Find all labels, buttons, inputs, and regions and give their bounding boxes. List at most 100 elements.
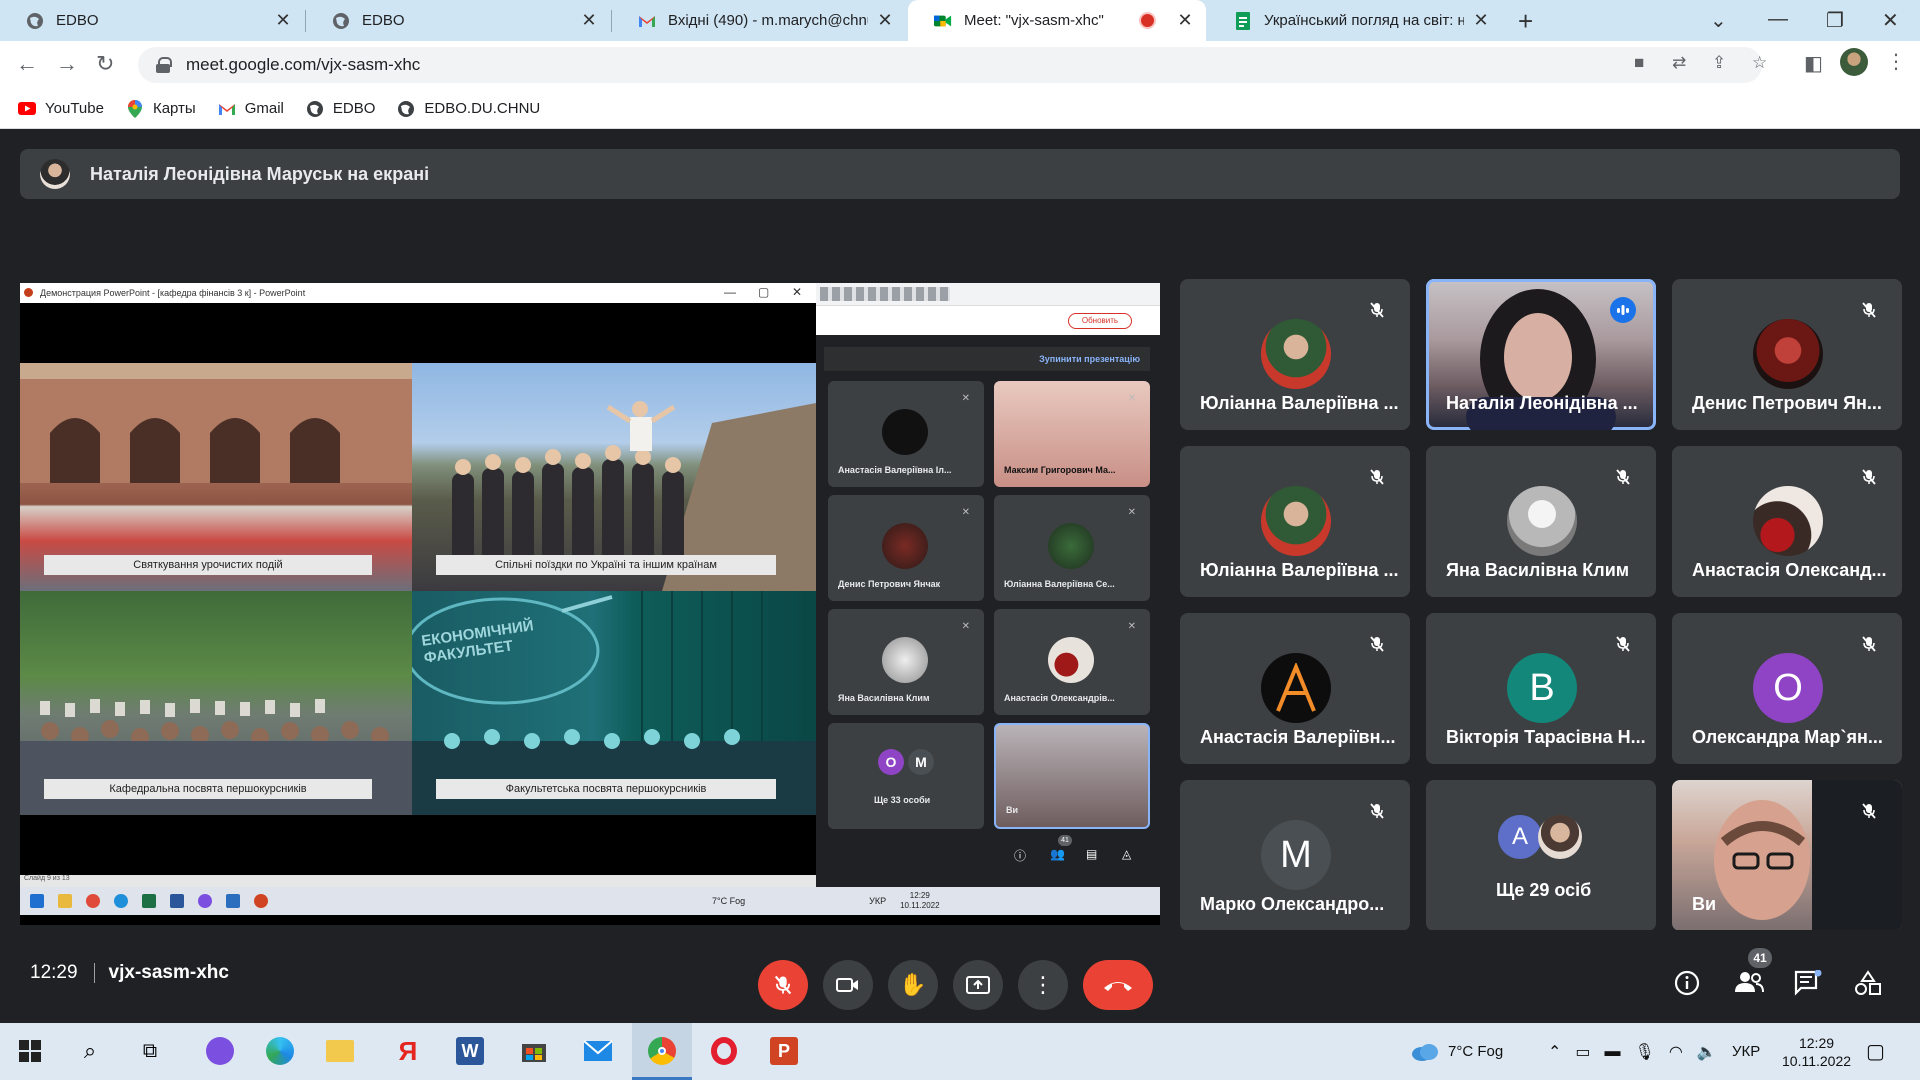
raise-hand-button[interactable]: ✋	[888, 960, 938, 1010]
tab-edbo-2[interactable]: EDBO ✕	[306, 0, 610, 41]
wifi-icon[interactable]: ◠	[1669, 1042, 1683, 1062]
mic-off-icon	[1364, 798, 1390, 824]
profile-avatar[interactable]	[1840, 48, 1868, 76]
bookmark-youtube[interactable]: YouTube	[18, 100, 104, 118]
meeting-details-button[interactable]	[1674, 970, 1700, 1002]
side-panel-icon[interactable]: ◧	[1804, 51, 1823, 76]
task-view-icon[interactable]: ⧉	[134, 1035, 166, 1067]
volume-icon[interactable]: 🔈	[1697, 1042, 1717, 1062]
powerpoint-statusbar: Слайд 9 из 13	[20, 875, 816, 887]
participant-tile[interactable]: Анастасія Олександ...	[1672, 446, 1902, 597]
participant-name: Вікторія Тарасівна Н...	[1446, 727, 1646, 747]
camera-toggle-button[interactable]	[823, 960, 873, 1010]
address-bar[interactable]: meet.google.com/vjx-sasm-xhc	[138, 47, 1762, 83]
excel-icon	[142, 894, 156, 908]
back-icon[interactable]: ←	[16, 51, 38, 77]
activities-button[interactable]	[1854, 970, 1882, 1002]
participant-tile[interactable]: Юліанна Валеріївна ...	[1180, 279, 1410, 430]
shared-clock: 12:29 10.11.2022	[900, 891, 940, 910]
bookmark-edbo-du-chnu[interactable]: EDBO.DU.CHNU	[397, 100, 540, 118]
participant-tile[interactable]: O Олександра Мар`ян...	[1672, 613, 1902, 764]
mini-avatar: O	[878, 749, 904, 775]
language-indicator[interactable]: УКР	[1732, 1023, 1760, 1080]
update-browser-button: Обновить	[1068, 313, 1132, 329]
weather-widget[interactable]: 7°C Fog	[1410, 1023, 1503, 1080]
tab-gmail[interactable]: Вхідні (490) - m.marych@chnu.e ✕	[612, 0, 906, 41]
reload-icon[interactable]: ↻	[96, 51, 114, 77]
close-tab-icon[interactable]: ✕	[1176, 10, 1194, 31]
more-options-button[interactable]: ⋮	[1018, 960, 1068, 1010]
leave-call-button[interactable]	[1083, 960, 1153, 1010]
bookmark-maps[interactable]: Карты	[126, 99, 196, 118]
more-avatar-photo	[1538, 815, 1582, 859]
meet-tray-icon[interactable]: ▭	[1575, 1042, 1590, 1062]
bookmark-gmail[interactable]: Gmail	[218, 100, 284, 118]
powerpoint-icon: P	[770, 1037, 798, 1065]
system-tray: ⌃ ▭ ▬ 🎙 ◠ 🔈	[1548, 1023, 1717, 1080]
taskbar-app-word[interactable]: W	[454, 1035, 486, 1067]
browser-menu-icon[interactable]: ⋮	[1886, 49, 1906, 74]
participant-tile[interactable]: Юліанна Валеріївна ...	[1180, 446, 1410, 597]
close-tab-icon[interactable]: ✕	[580, 10, 598, 31]
taskbar-app-powerpoint[interactable]: P	[768, 1035, 800, 1067]
maximize-icon[interactable]: ❐	[1826, 8, 1844, 33]
battery-icon[interactable]: ▬	[1605, 1043, 1621, 1061]
tab-search-icon[interactable]: ⌄	[1710, 8, 1727, 33]
translate-icon[interactable]: ⇄	[1672, 53, 1686, 73]
taskbar-app-opera[interactable]	[708, 1035, 740, 1067]
participant-tile-active-speaker[interactable]: Наталія Леонідівна ...	[1426, 279, 1656, 430]
chevron-up-icon[interactable]: ⌃	[1548, 1042, 1561, 1062]
taskbar-clock[interactable]: 12:29 10.11.2022	[1782, 1023, 1851, 1080]
share-icon[interactable]: ⇪	[1712, 53, 1726, 73]
people-button[interactable]	[1734, 970, 1764, 1000]
participant-tile[interactable]: M Марко Олександро...	[1180, 780, 1410, 931]
taskbar-app-edge[interactable]	[264, 1035, 296, 1067]
photo-trips: Спільні поїздки по Україні та іншим краї…	[412, 363, 816, 591]
minimize-icon[interactable]: —	[1768, 8, 1788, 31]
camera-icon[interactable]: ■	[1634, 53, 1644, 73]
participant-tile[interactable]: Анастасія Валеріївн...	[1180, 613, 1410, 764]
present-screen-button[interactable]	[953, 960, 1003, 1010]
mic-off-icon	[1364, 297, 1390, 323]
participant-tile[interactable]: Яна Василівна Клим	[1426, 446, 1656, 597]
taskbar-app-mail[interactable]	[582, 1035, 614, 1067]
mic-toggle-button[interactable]	[758, 960, 808, 1010]
tab-forms[interactable]: Український погляд на світ: нов ✕	[1208, 0, 1502, 41]
tab-edbo-1[interactable]: EDBO ✕	[0, 0, 304, 41]
search-icon[interactable]: ⌕	[74, 1035, 106, 1067]
close-tab-icon[interactable]: ✕	[274, 10, 292, 31]
globe-icon	[332, 12, 350, 30]
tab-title: Meet: "vjx-sasm-xhc"	[964, 12, 1104, 29]
tab-meet[interactable]: Meet: "vjx-sasm-xhc" ✕	[908, 0, 1206, 41]
close-tab-icon[interactable]: ✕	[876, 10, 894, 31]
present-screen-icon	[966, 976, 990, 994]
mini-tile-more: O M Ще 33 особи	[828, 723, 984, 829]
info-icon: ⓘ	[1014, 849, 1027, 863]
participant-tile[interactable]: B Вікторія Тарасівна Н...	[1426, 613, 1656, 764]
windows-taskbar: ⌕ ⧉ Я W P 7°C Fog ⌃ ▭ ▬ 🎙 ◠ 🔈 УКР 12:29 …	[0, 1023, 1920, 1080]
windows-start-button[interactable]	[14, 1035, 46, 1067]
taskbar-app-chrome-active[interactable]	[632, 1023, 692, 1080]
participant-tile-self[interactable]: Ви	[1672, 780, 1902, 931]
bookmark-star-icon[interactable]: ☆	[1752, 53, 1767, 73]
mic-tray-icon[interactable]: 🎙	[1635, 1042, 1655, 1062]
presenter-banner-text: Наталія Леонідівна Маруськ на екрані	[90, 163, 430, 184]
gmail-icon	[218, 100, 236, 118]
taskbar-app-yandex[interactable]: Я	[392, 1035, 424, 1067]
new-tab-icon[interactable]: +	[1518, 6, 1533, 37]
participant-tile-more[interactable]: A Ще 29 осіб	[1426, 780, 1656, 931]
participant-name: Олександра Мар`ян...	[1692, 727, 1883, 747]
notifications-icon[interactable]: ▢	[1866, 1023, 1885, 1080]
chat-button[interactable]	[1794, 969, 1822, 1002]
participant-tile[interactable]: Денис Петрович Ян...	[1672, 279, 1902, 430]
bookmark-edbo[interactable]: EDBO	[306, 100, 375, 118]
close-tab-icon[interactable]: ✕	[1472, 10, 1490, 31]
gmail-icon	[638, 12, 656, 30]
close-window-icon[interactable]: ✕	[1882, 8, 1899, 33]
forward-icon[interactable]: →	[56, 51, 78, 77]
url-text: meet.google.com/vjx-sasm-xhc	[186, 55, 421, 74]
hang-up-icon	[1104, 982, 1132, 991]
taskbar-app-viber[interactable]	[204, 1035, 236, 1067]
taskbar-app-explorer[interactable]	[324, 1035, 356, 1067]
taskbar-app-store[interactable]	[518, 1035, 550, 1067]
